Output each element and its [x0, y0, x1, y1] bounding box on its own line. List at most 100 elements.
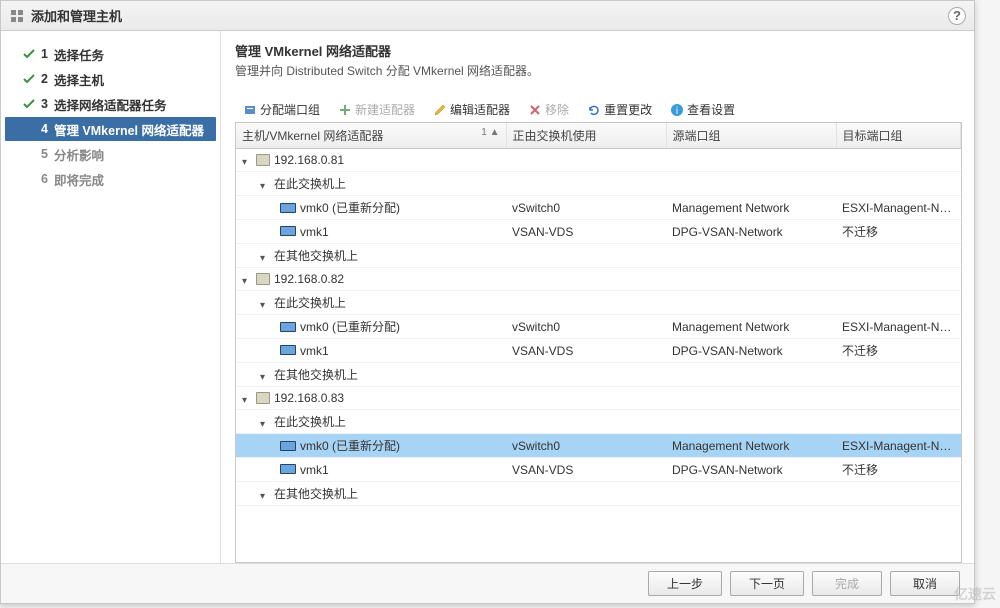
- cell-c3: ESXI-Managent-Network: [836, 434, 961, 458]
- cell-label: 192.168.0.83: [236, 387, 506, 410]
- edit-adapter-button[interactable]: 编辑适配器: [429, 101, 514, 118]
- cell-label: 在其他交换机上: [236, 244, 506, 268]
- step-number: 3: [41, 97, 48, 111]
- cell-c2: [666, 363, 836, 387]
- table-row[interactable]: 在此交换机上: [236, 410, 961, 434]
- caret-down-icon[interactable]: [242, 273, 252, 283]
- cell-c1: [506, 291, 666, 315]
- cancel-button[interactable]: 取消: [890, 571, 960, 596]
- table-row[interactable]: vmk1VSAN-VDSDPG-VSAN-Network不迁移: [236, 458, 961, 482]
- section-title: 管理 VMkernel 网络适配器: [235, 41, 962, 60]
- reset-changes-button[interactable]: 重置更改: [583, 101, 656, 118]
- table-row[interactable]: 在其他交换机上: [236, 363, 961, 387]
- check-icon: [21, 121, 37, 137]
- cell-c3: [836, 244, 961, 268]
- col-used-by-switch[interactable]: 正由交换机使用: [506, 123, 666, 149]
- cell-label: 在此交换机上: [236, 291, 506, 315]
- cell-label: vmk1: [236, 220, 506, 244]
- wizard-step-4[interactable]: 4管理 VMkernel 网络适配器: [5, 117, 216, 141]
- host-icon: [256, 392, 270, 404]
- table-row[interactable]: vmk0 (已重新分配)vSwitch0Management NetworkES…: [236, 434, 961, 458]
- remove-button[interactable]: 移除: [524, 101, 573, 118]
- caret-down-icon[interactable]: [260, 297, 270, 307]
- cell-label: 在此交换机上: [236, 172, 506, 196]
- prev-button[interactable]: 上一步: [648, 571, 722, 596]
- step-label: 选择任务: [54, 45, 104, 64]
- new-adapter-button[interactable]: 新建适配器: [334, 101, 419, 118]
- plus-icon: [338, 103, 352, 117]
- pencil-icon: [433, 103, 447, 117]
- finish-button[interactable]: 完成: [812, 571, 882, 596]
- wizard-step-1[interactable]: 1选择任务: [5, 42, 216, 66]
- cell-c2: Management Network: [666, 434, 836, 458]
- cell-c2: [666, 149, 836, 172]
- caret-down-icon[interactable]: [260, 178, 270, 188]
- table-row[interactable]: 在此交换机上: [236, 172, 961, 196]
- step-number: 5: [41, 147, 48, 161]
- cell-c1: vSwitch0: [506, 196, 666, 220]
- wizard-step-5: 5 分析影响: [5, 142, 216, 166]
- adapter-table: 主机/VMkernel 网络适配器 1 ▲ 正由交换机使用 源端口组 目标端口组…: [235, 123, 962, 563]
- vmk-adapter-icon: [280, 203, 296, 213]
- table-row[interactable]: vmk0 (已重新分配)vSwitch0Management NetworkES…: [236, 315, 961, 339]
- cell-label: vmk0 (已重新分配): [236, 315, 506, 339]
- host-icon: [256, 154, 270, 166]
- table-row[interactable]: 192.168.0.82: [236, 268, 961, 291]
- titlebar: 添加和管理主机 ?: [1, 1, 974, 31]
- wizard-step-2[interactable]: 2选择主机: [5, 67, 216, 91]
- caret-down-icon[interactable]: [242, 392, 252, 402]
- cell-c2: [666, 244, 836, 268]
- table-row[interactable]: 192.168.0.81: [236, 149, 961, 172]
- table-toolbar: 分配端口组 新建适配器 编辑适配器: [235, 97, 962, 123]
- col-target-portgroup[interactable]: 目标端口组: [836, 123, 961, 149]
- step-number: 2: [41, 72, 48, 86]
- cell-c3: ESXI-Managent-Network: [836, 196, 961, 220]
- table-row[interactable]: vmk1VSAN-VDSDPG-VSAN-Network不迁移: [236, 339, 961, 363]
- table-row[interactable]: vmk1VSAN-VDSDPG-VSAN-Network不迁移: [236, 220, 961, 244]
- section-subtitle: 管理并向 Distributed Switch 分配 VMkernel 网络适配…: [235, 62, 962, 79]
- caret-down-icon[interactable]: [260, 488, 270, 498]
- cell-c3: [836, 410, 961, 434]
- cell-c3: ESXI-Managent-Network: [836, 315, 961, 339]
- cell-c1: vSwitch0: [506, 434, 666, 458]
- cell-c2: [666, 268, 836, 291]
- cell-label: 在其他交换机上: [236, 363, 506, 387]
- edit-adapter-label: 编辑适配器: [450, 101, 510, 118]
- table-row[interactable]: 192.168.0.83: [236, 387, 961, 410]
- caret-down-icon[interactable]: [260, 369, 270, 379]
- info-icon: i: [670, 103, 684, 117]
- col-source-portgroup[interactable]: 源端口组: [666, 123, 836, 149]
- next-button[interactable]: 下一页: [730, 571, 804, 596]
- table-row[interactable]: vmk0 (已重新分配)vSwitch0Management NetworkES…: [236, 196, 961, 220]
- cell-c1: [506, 244, 666, 268]
- check-icon: [21, 171, 37, 187]
- view-settings-button[interactable]: i 查看设置: [666, 101, 739, 118]
- table-row[interactable]: 在其他交换机上: [236, 482, 961, 506]
- cell-c3: [836, 387, 961, 410]
- cell-c1: VSAN-VDS: [506, 458, 666, 482]
- sort-indicator-icon: 1 ▲: [481, 127, 499, 138]
- caret-down-icon[interactable]: [260, 416, 270, 426]
- table-row[interactable]: 在此交换机上: [236, 291, 961, 315]
- vmk-adapter-icon: [280, 345, 296, 355]
- check-icon: [21, 46, 37, 62]
- cell-c1: [506, 363, 666, 387]
- step-label: 分析影响: [54, 145, 104, 164]
- assign-portgroup-button[interactable]: 分配端口组: [239, 101, 324, 118]
- table-row[interactable]: 在其他交换机上: [236, 244, 961, 268]
- cell-c2: [666, 410, 836, 434]
- help-button[interactable]: ?: [948, 7, 966, 25]
- remove-label: 移除: [545, 101, 569, 118]
- caret-down-icon[interactable]: [260, 250, 270, 260]
- wizard-step-6: 6即将完成: [5, 167, 216, 191]
- vmk-adapter-icon: [280, 464, 296, 474]
- cell-c1: [506, 172, 666, 196]
- step-label: 选择网络适配器任务: [54, 95, 167, 114]
- col0-label: 主机/VMkernel 网络适配器: [242, 129, 383, 143]
- wizard-step-3[interactable]: 3 选择网络适配器任务: [5, 92, 216, 116]
- cell-c1: [506, 482, 666, 506]
- cell-c2: [666, 387, 836, 410]
- col-host-adapter[interactable]: 主机/VMkernel 网络适配器 1 ▲: [236, 123, 506, 149]
- cell-label: 在其他交换机上: [236, 482, 506, 506]
- caret-down-icon[interactable]: [242, 154, 252, 164]
